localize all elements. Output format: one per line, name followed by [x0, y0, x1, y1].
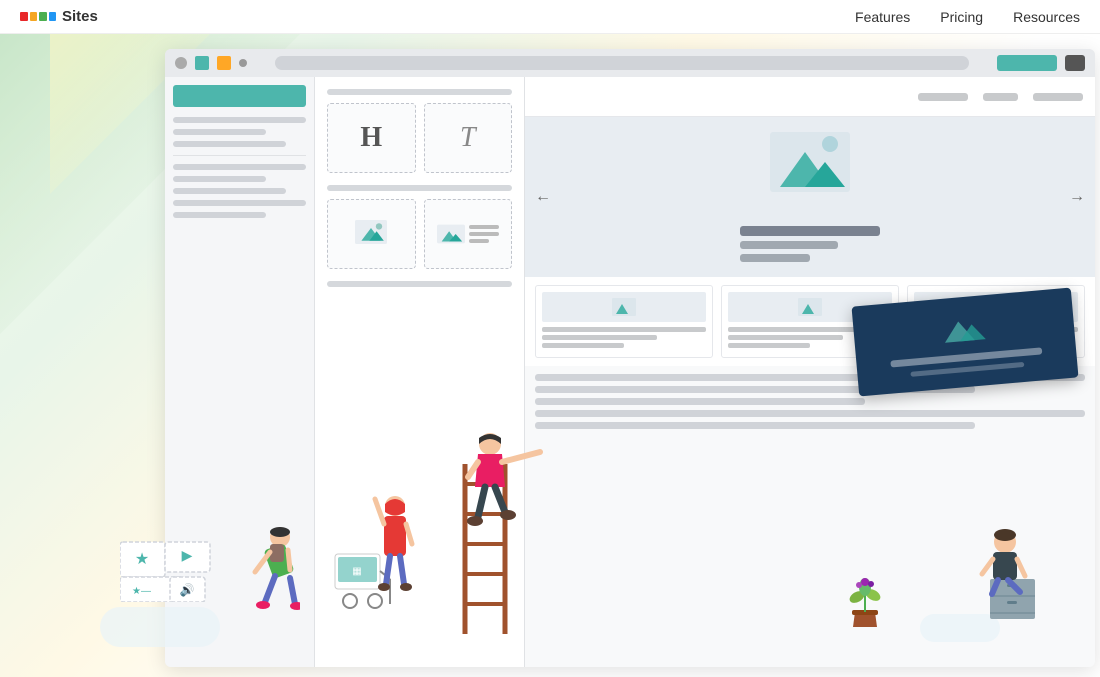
sidebar-line-4: [173, 164, 306, 170]
mini-line-1: [469, 225, 499, 229]
navbar: Sites Features Pricing Resources: [0, 0, 1100, 34]
content-bar-2: [983, 93, 1018, 101]
nav-resources[interactable]: Resources: [1013, 9, 1080, 25]
mini-text-lines: [469, 225, 499, 243]
brand: Sites: [20, 7, 98, 27]
text-icon: T: [460, 122, 476, 154]
content-top-bar: [525, 77, 1095, 117]
widget-grid-row1: H T: [327, 103, 512, 173]
browser-bar: [165, 49, 1095, 77]
highlighted-card-content: [852, 295, 1078, 389]
browser-dot: [239, 59, 247, 67]
hero-title-bar: [740, 226, 880, 236]
hero-section: H T: [0, 34, 1100, 677]
sidebar-line-2: [173, 129, 266, 135]
browser-mockup: H T: [165, 49, 1095, 667]
nav-pricing[interactable]: Pricing: [940, 9, 983, 25]
browser-content: H T: [165, 77, 1095, 667]
content-row-4: [535, 410, 1085, 417]
sidebar-add-button: [173, 85, 306, 107]
widget-image[interactable]: [327, 199, 416, 269]
content-row-3: [535, 398, 865, 405]
content-row-5: [535, 422, 975, 429]
zoho-logo: [20, 7, 56, 27]
card-2-line-3: [728, 343, 810, 348]
hero-prev-arrow[interactable]: ←: [535, 188, 551, 206]
browser-square-orange: [217, 56, 231, 70]
card-1: [535, 285, 713, 358]
widget-heading[interactable]: H: [327, 103, 416, 173]
card-1-img: [542, 292, 706, 322]
main-content-area: ← →: [525, 77, 1095, 667]
hero-body-bar: [740, 254, 810, 262]
sidebar-line-8: [173, 212, 266, 218]
brand-name: Sites: [62, 8, 98, 25]
content-bar-3: [1033, 93, 1083, 101]
logo-o: [30, 12, 38, 21]
card-2-line-2: [728, 335, 843, 340]
content-bar-1: [918, 93, 968, 101]
image-widget-icon: [355, 220, 387, 249]
card-1-line-3: [542, 343, 624, 348]
svg-text:★—: ★—: [132, 586, 151, 597]
widget-image-text[interactable]: [424, 199, 513, 269]
sidebar-line-5: [173, 176, 266, 182]
hero-text-placeholder: [740, 226, 880, 267]
navbar-links: Features Pricing Resources: [855, 9, 1080, 25]
browser-teal-button: [997, 55, 1057, 71]
logo-z: [20, 12, 28, 21]
sidebar-line-7: [173, 200, 306, 206]
palette-sep-line: [327, 185, 512, 191]
hero-mountain-icon: [770, 132, 850, 197]
palette-top-line: [327, 89, 512, 95]
heading-icon: H: [360, 122, 382, 154]
card-1-line-1: [542, 327, 706, 332]
svg-text:★: ★: [135, 551, 149, 568]
palette-bottom-line: [327, 281, 512, 287]
hero-next-arrow[interactable]: →: [1069, 188, 1085, 206]
hero-subtitle-bar: [740, 241, 838, 249]
content-hero-section: ← →: [525, 117, 1095, 277]
sidebar-divider: [173, 155, 306, 156]
editor-sidebar: [165, 77, 315, 667]
browser-url-bar: [275, 56, 969, 70]
logo-o2: [49, 12, 57, 21]
sidebar-line-1: [173, 117, 306, 123]
hc-mountain-icon: [938, 310, 991, 349]
nav-features[interactable]: Features: [855, 9, 910, 25]
widget-palette: H T: [315, 77, 525, 667]
sidebar-line-3: [173, 141, 286, 147]
highlighted-card-overlay: [851, 288, 1078, 397]
browser-square-teal: [195, 56, 209, 70]
card-1-line-2: [542, 335, 657, 340]
widget-text[interactable]: T: [424, 103, 513, 173]
logo-h: [39, 12, 47, 21]
mini-line-3: [469, 239, 489, 243]
mini-line-2: [469, 232, 499, 236]
widget-grid-row2: [327, 199, 512, 269]
browser-btn-back: [175, 57, 187, 69]
browser-dark-button: [1065, 55, 1085, 71]
image-text-widget-inner: [437, 224, 499, 244]
sidebar-line-6: [173, 188, 286, 194]
